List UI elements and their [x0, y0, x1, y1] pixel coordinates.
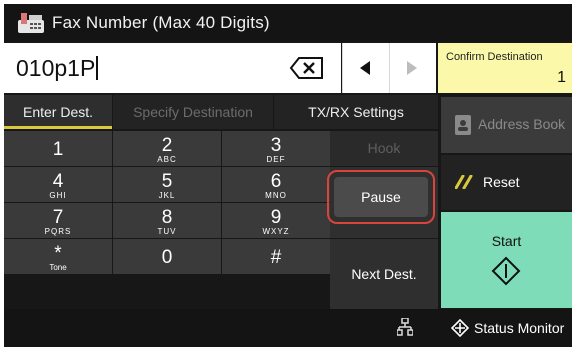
- address-book-label: Address Book: [478, 116, 566, 132]
- tab-bar: Enter Dest. Specify Destination TX/RX Se…: [4, 95, 438, 129]
- key-0[interactable]: 0: [113, 239, 221, 274]
- key-9[interactable]: 9 WXYZ: [222, 203, 330, 238]
- tab-txrx-settings[interactable]: TX/RX Settings: [274, 95, 438, 129]
- page-title: Fax Number (Max 40 Digits): [52, 13, 270, 32]
- pause-button-cell: Pause: [327, 167, 438, 238]
- title-bar: Fax Number (Max 40 Digits): [4, 4, 572, 41]
- tab-enter-dest[interactable]: Enter Dest.: [4, 95, 112, 129]
- key-3[interactable]: 3 DEF: [222, 131, 330, 166]
- fax-screen: Fax Number (Max 40 Digits) 010p1P Confir…: [4, 4, 572, 347]
- fax-icon: [18, 13, 44, 33]
- key-1[interactable]: 1: [4, 131, 112, 166]
- network-icon: [397, 318, 413, 336]
- start-diamond-icon: [491, 256, 521, 286]
- cursor-right-button[interactable]: [389, 43, 436, 93]
- status-monitor-button[interactable]: Status Monitor: [441, 309, 572, 347]
- confirm-destination-label: Confirm Destination: [446, 51, 543, 63]
- key-5[interactable]: 5 JKL: [113, 167, 221, 202]
- pause-button[interactable]: Pause: [334, 177, 428, 217]
- reset-button[interactable]: Reset: [441, 155, 572, 210]
- status-monitor-icon: [451, 319, 469, 337]
- arrow-left-icon: [360, 61, 370, 75]
- start-label: Start: [491, 233, 522, 249]
- key-6[interactable]: 6 MNO: [222, 167, 330, 202]
- fax-number-input[interactable]: 010p1P: [4, 43, 341, 93]
- key-star-tone[interactable]: * Tone: [4, 239, 112, 274]
- cursor-left-button[interactable]: [342, 43, 389, 93]
- arrow-right-icon: [407, 61, 417, 75]
- hook-button[interactable]: Hook: [330, 131, 438, 166]
- start-button[interactable]: Start: [441, 212, 572, 308]
- bottom-bar: Status Monitor: [4, 309, 572, 347]
- fax-number-value: 010p1P: [16, 55, 96, 81]
- backspace-icon[interactable]: [289, 56, 325, 80]
- next-dest-button[interactable]: Next Dest.: [330, 239, 438, 309]
- address-book-button[interactable]: Address Book: [441, 97, 572, 153]
- key-2[interactable]: 2 ABC: [113, 131, 221, 166]
- address-book-icon: [455, 115, 471, 135]
- text-cursor: [96, 56, 99, 80]
- tab-specify-destination[interactable]: Specify Destination: [113, 95, 273, 129]
- key-4[interactable]: 4 GHI: [4, 167, 112, 202]
- key-7[interactable]: 7 PQRS: [4, 203, 112, 238]
- reset-icon: [455, 175, 473, 189]
- key-8[interactable]: 8 TUV: [113, 203, 221, 238]
- status-monitor-label: Status Monitor: [474, 320, 565, 336]
- destination-count: 1: [557, 69, 566, 86]
- reset-label: Reset: [483, 174, 520, 190]
- key-hash[interactable]: #: [222, 239, 330, 274]
- confirm-destination-button[interactable]: Confirm Destination 1: [438, 43, 572, 93]
